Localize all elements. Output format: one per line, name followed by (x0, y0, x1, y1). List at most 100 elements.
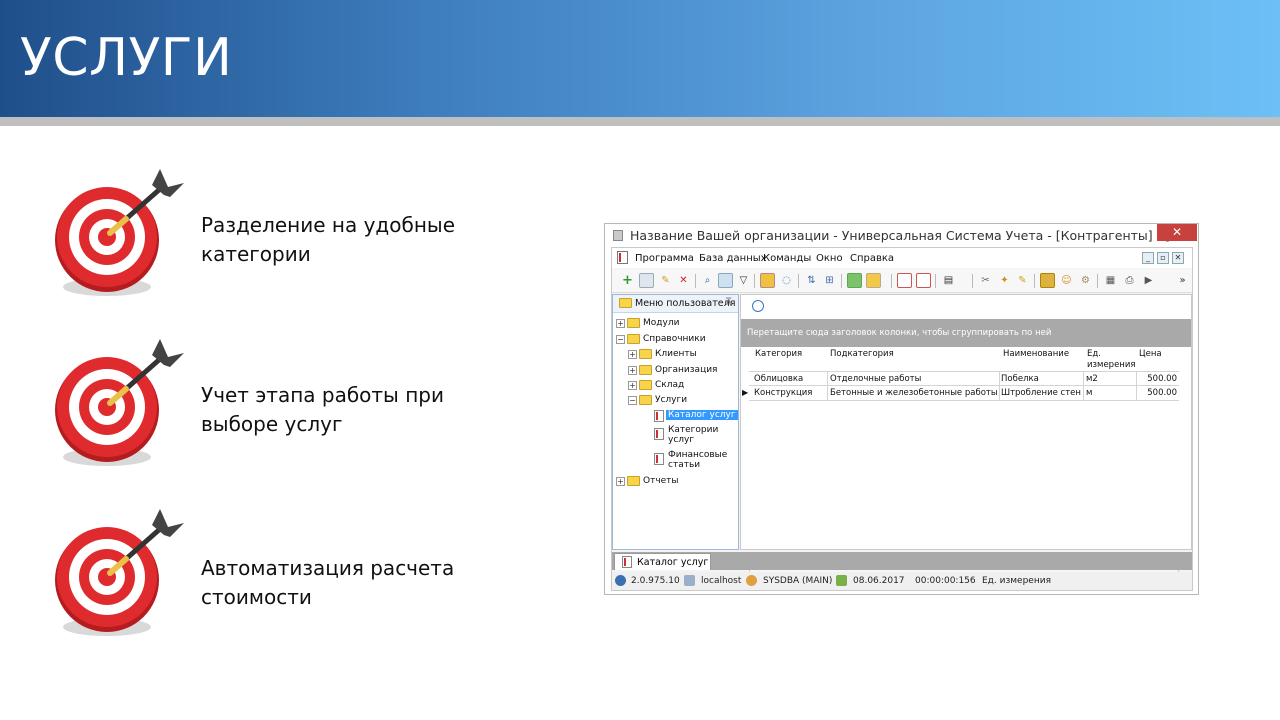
tree-item-service-catalog[interactable]: Каталог услуг (613, 409, 738, 423)
bullet-2-line-2: выборе услуг (201, 412, 343, 436)
print-setup-icon[interactable]: ▤ (941, 273, 956, 288)
menu-bar: Программа База данных Команды Окно Справ… (612, 248, 1192, 268)
sort-tree-icon[interactable]: ⇅ (804, 273, 819, 288)
search-icon[interactable]: ⌕ (700, 273, 715, 288)
app-icon (613, 230, 623, 241)
cell-category[interactable]: Конструкция (754, 388, 826, 401)
expand-icon[interactable]: + (616, 319, 625, 328)
status-date: 08.06.2017 (853, 576, 905, 586)
status-version: 2.0.975.10 (631, 576, 680, 586)
add-icon[interactable]: + (620, 273, 635, 288)
toolbar-separator (754, 274, 755, 288)
collapse-icon[interactable]: − (628, 396, 637, 405)
target-dart-icon (52, 167, 192, 307)
expand-icon[interactable]: + (628, 381, 637, 390)
close-window-icon[interactable] (916, 273, 931, 288)
expand-icon[interactable]: + (616, 477, 625, 486)
window-close-button[interactable]: ✕ (1157, 224, 1197, 241)
tree-item-services[interactable]: − Услуги (613, 394, 738, 408)
clock-icon[interactable] (752, 300, 764, 312)
toolbar-separator (841, 274, 842, 288)
slide: УСЛУГИ Разделение на удобные категории У… (0, 0, 1280, 720)
menu-window[interactable]: Окно (816, 253, 843, 264)
pin-icon[interactable]: ⊼ (725, 297, 732, 308)
upload-icon[interactable] (760, 273, 775, 288)
menu-program[interactable]: Программа (635, 253, 694, 264)
magic-wand-icon[interactable]: ✦ (997, 273, 1012, 288)
expand-icon[interactable]: + (628, 350, 637, 359)
column-header-name[interactable]: Наименование (1003, 349, 1069, 373)
tools-icon[interactable]: ✂ (978, 273, 993, 288)
bullet-2-line-1: Учет этапа работы при (201, 383, 444, 407)
folder-icon (619, 298, 632, 308)
group-panel[interactable]: Перетащите сюда заголовок колонки, чтобы… (741, 319, 1191, 347)
calendar-icon[interactable]: ▦ (1103, 273, 1118, 288)
export-icon[interactable] (847, 273, 862, 288)
edit-pencil-icon[interactable]: ✎ (658, 273, 673, 288)
group-hint: Перетащите сюда заголовок колонки, чтобы… (747, 328, 1052, 338)
bullet-3-line-2: стоимости (201, 585, 312, 609)
toolbar-overflow-icon[interactable]: » (1175, 273, 1190, 288)
expand-icon[interactable]: + (628, 366, 637, 375)
mdi-restore-button[interactable]: ▫ (1157, 252, 1169, 264)
cell-divider (827, 386, 828, 401)
collapse-icon[interactable]: − (616, 335, 625, 344)
menu-help[interactable]: Справка (850, 253, 894, 264)
toolbar-separator (1034, 274, 1035, 288)
tree-label: Финансовые (668, 450, 728, 460)
tree-label: Клиенты (655, 349, 697, 359)
column-header-category[interactable]: Категория (755, 349, 802, 373)
play-icon[interactable]: ▶ (1141, 273, 1156, 288)
import-icon[interactable] (866, 273, 881, 288)
tree-item-service-categories[interactable]: Категории услуг (613, 425, 738, 451)
tree-item-modules[interactable]: + Модули (613, 317, 738, 331)
table-row[interactable]: Облицовка Отделочные работы Побелка м2 5… (749, 371, 1179, 387)
cell-divider (1136, 386, 1137, 401)
tree-item-clients[interactable]: + Клиенты (613, 348, 738, 362)
tree-label: статьи (668, 460, 701, 470)
tab-service-catalog[interactable]: Каталог услуг (614, 553, 711, 570)
new-window-icon[interactable] (897, 273, 912, 288)
users-icon[interactable]: ☺ (1059, 273, 1074, 288)
window-titlebar[interactable]: Название Вашей организации - Универсальн… (605, 224, 1198, 246)
cell-price[interactable]: 500.00 (1139, 388, 1177, 401)
cell-subcategory[interactable]: Бетонные и железобетонные работы (830, 388, 998, 401)
settings-icon[interactable]: ⚙ (1078, 273, 1093, 288)
status-user: SYSDBA (MAIN) (763, 576, 833, 586)
tree-label: услуг (668, 435, 695, 445)
find-next-icon[interactable] (718, 273, 733, 288)
target-dart-icon (52, 507, 192, 647)
cell-divider (999, 386, 1000, 401)
comment-icon[interactable]: ◌ (779, 273, 794, 288)
mdi-close-button[interactable]: ✕ (1172, 252, 1184, 264)
tree-item-organization[interactable]: + Организация (613, 364, 738, 378)
column-header-unit[interactable]: Ед. измерения (1087, 349, 1136, 373)
tree-label: Модули (643, 318, 680, 328)
menu-commands[interactable]: Команды (763, 253, 811, 264)
tree-item-finance-items[interactable]: Финансовые статьи (613, 450, 738, 476)
cell-unit[interactable]: м (1086, 388, 1134, 401)
bullet-3-line-1: Автоматизация расчета (201, 556, 455, 580)
user-menu-panel: Меню пользователя ⊼ + Модули − Справочни… (612, 294, 739, 550)
calendar-icon (836, 575, 847, 586)
lock-icon[interactable] (1040, 273, 1055, 288)
note-edit-icon[interactable]: ✎ (1015, 273, 1030, 288)
column-header-price[interactable]: Цена (1139, 349, 1162, 373)
copy-icon[interactable] (639, 273, 654, 288)
tree-item-reports[interactable]: + Отчеты (613, 475, 738, 489)
column-header-subcategory[interactable]: Подкатегория (830, 349, 894, 373)
folder-open-icon (639, 395, 652, 405)
tree-label: Справочники (643, 334, 706, 344)
hierarchy-icon[interactable]: ⊞ (822, 273, 837, 288)
tree-item-warehouse[interactable]: + Склад (613, 379, 738, 393)
status-bar: 2.0.975.10 localhost SYSDBA (MAIN) 08.06… (612, 572, 1192, 590)
table-row-current[interactable]: ▶ Конструкция Бетонные и железобетонные … (742, 386, 1179, 401)
delete-icon[interactable]: ✕ (676, 273, 691, 288)
cell-name[interactable]: Штробление стен (1001, 388, 1081, 401)
menu-database[interactable]: База данных (699, 253, 767, 264)
document-icon (654, 428, 664, 440)
tree-item-directories[interactable]: − Справочники (613, 333, 738, 347)
printer-icon[interactable]: ⎙ (1122, 273, 1137, 288)
mdi-minimize-button[interactable]: _ (1142, 252, 1154, 264)
filter-icon[interactable]: ▽ (736, 273, 751, 288)
